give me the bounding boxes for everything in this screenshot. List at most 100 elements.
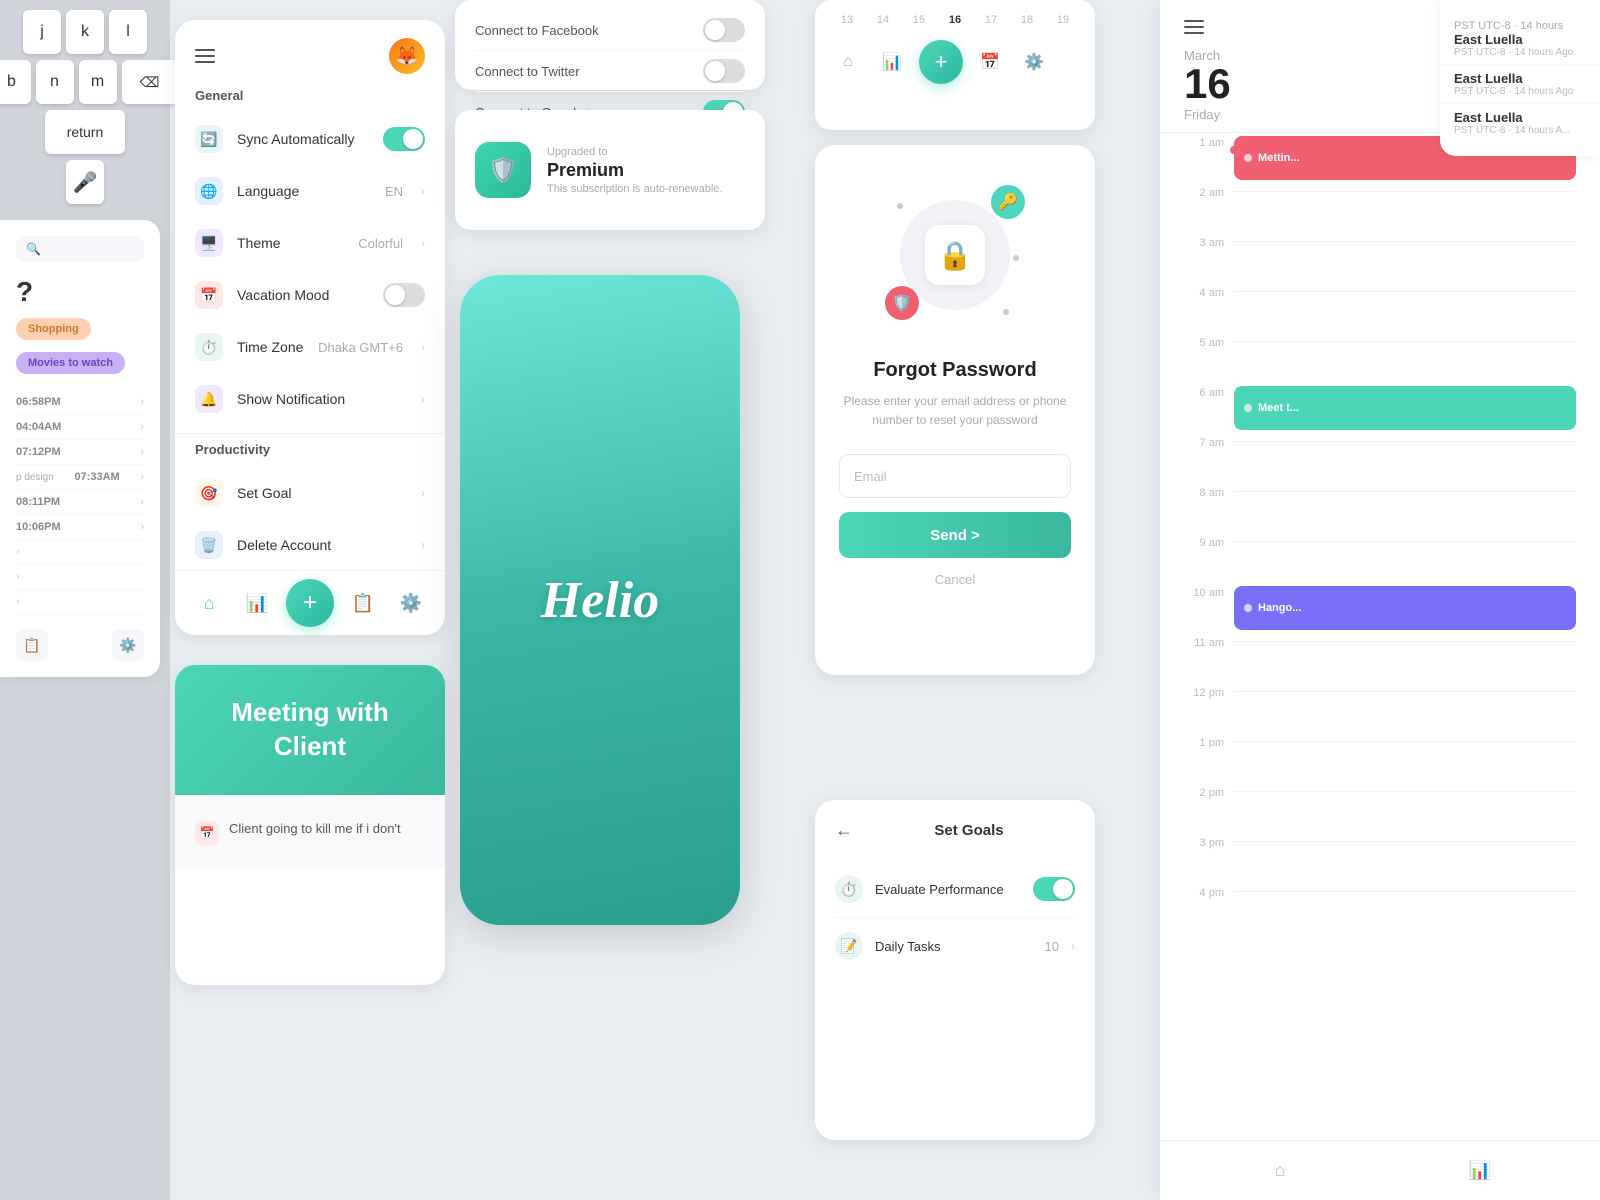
cal-cal-btn[interactable]: 📅 bbox=[973, 45, 1007, 79]
time-label-2am: 2 am bbox=[1184, 183, 1224, 199]
secondary-bottom-calendar[interactable]: 📋 bbox=[16, 629, 48, 661]
time-arrow-3: › bbox=[140, 446, 144, 458]
nav-add[interactable]: + bbox=[286, 579, 334, 627]
settings-item-sync[interactable]: 🔄 Sync Automatically bbox=[175, 113, 445, 165]
nav-chart[interactable]: 📊 bbox=[238, 584, 276, 622]
twitter-label: Connect to Twitter bbox=[475, 64, 580, 79]
time-item-7[interactable]: › bbox=[16, 540, 144, 565]
time-label-4: p design bbox=[16, 472, 54, 483]
time-line-10am: Hango... bbox=[1234, 591, 1576, 592]
sync-toggle[interactable] bbox=[383, 127, 425, 151]
settings-item-language[interactable]: 🌐 Language EN › bbox=[175, 165, 445, 217]
event-hangout[interactable]: Hango... bbox=[1234, 586, 1576, 630]
settings-item-timezone[interactable]: ⏱️ Time Zone Dhaka GMT+6 › bbox=[175, 321, 445, 373]
time-arrow-7: › bbox=[16, 546, 20, 558]
theme-icon: 🖥️ bbox=[195, 229, 223, 257]
time-val-4: 07:33AM bbox=[74, 471, 119, 483]
meeting-title: Meeting with Client bbox=[195, 696, 425, 764]
settings-item-goal[interactable]: 🎯 Set Goal › bbox=[175, 467, 445, 519]
goals-panel: ← Set Goals ⏱️ Evaluate Performance 📝 Da… bbox=[815, 800, 1095, 1140]
dot-2 bbox=[1013, 255, 1019, 261]
cal-date-18: 18 bbox=[1011, 14, 1043, 26]
left-secondary-panel: 🔍 ? Shopping Movies to watch 06:58PM › 0… bbox=[0, 220, 160, 677]
time-arrow-5: › bbox=[140, 496, 144, 508]
tz-name-2: East Luella bbox=[1454, 71, 1586, 86]
tasks-chevron: › bbox=[1071, 939, 1075, 953]
time-val-6: 10:06PM bbox=[16, 521, 61, 533]
time-item-2[interactable]: 04:04AM › bbox=[16, 415, 144, 440]
section-productivity-label: Productivity bbox=[175, 442, 445, 467]
time-item-8[interactable]: › bbox=[16, 565, 144, 590]
hamburger-icon[interactable] bbox=[195, 49, 215, 63]
time-item-9[interactable]: › bbox=[16, 590, 144, 615]
key-n[interactable]: n bbox=[36, 60, 74, 104]
time-item-6[interactable]: 10:06PM › bbox=[16, 515, 144, 540]
time-item-5[interactable]: 08:11PM › bbox=[16, 490, 144, 515]
time-line-1pm bbox=[1234, 741, 1576, 742]
tz-name-1: East Luella bbox=[1454, 32, 1586, 47]
key-m[interactable]: m bbox=[79, 60, 117, 104]
time-item-4[interactable]: p design 07:33AM › bbox=[16, 465, 144, 490]
time-val-2: 04:04AM bbox=[16, 421, 61, 433]
cal-date-16: 16 bbox=[939, 14, 971, 26]
vacation-toggle[interactable] bbox=[383, 283, 425, 307]
cal-date-17: 17 bbox=[975, 14, 1007, 26]
key-b[interactable]: b bbox=[0, 60, 31, 104]
vacation-icon: 📅 bbox=[195, 281, 223, 309]
cal-settings-btn[interactable]: ⚙️ bbox=[1017, 45, 1051, 79]
time-arrow-4: › bbox=[140, 471, 144, 483]
cal-date-15: 15 bbox=[903, 14, 935, 26]
time-item-3[interactable]: 07:12PM › bbox=[16, 440, 144, 465]
delete-chevron: › bbox=[421, 538, 425, 552]
user-avatar[interactable]: 🦊 bbox=[389, 38, 425, 74]
sched-nav-chart[interactable]: 📊 bbox=[1461, 1152, 1499, 1190]
nav-settings[interactable]: ⚙️ bbox=[392, 584, 430, 622]
settings-item-delete[interactable]: 🗑️ Delete Account › bbox=[175, 519, 445, 571]
helio-app-screen: Helio bbox=[460, 275, 740, 925]
key-backspace[interactable]: ⌫ bbox=[122, 60, 178, 104]
theme-chevron: › bbox=[421, 236, 425, 250]
event-meet2[interactable]: Meet t... bbox=[1234, 386, 1576, 430]
facebook-toggle[interactable] bbox=[703, 18, 745, 42]
search-bar[interactable]: 🔍 bbox=[16, 236, 144, 262]
email-input[interactable] bbox=[839, 454, 1071, 498]
cal-add-btn[interactable]: + bbox=[919, 40, 963, 84]
cancel-link[interactable]: Cancel bbox=[935, 572, 975, 587]
meeting-card-header: Meeting with Client bbox=[175, 665, 445, 795]
evaluate-toggle[interactable] bbox=[1033, 877, 1075, 901]
dot-3 bbox=[1003, 309, 1009, 315]
sched-nav-home[interactable]: ⌂ bbox=[1261, 1152, 1299, 1190]
meeting-note-text: Client going to kill me if i don't bbox=[229, 819, 401, 839]
sync-label: Sync Automatically bbox=[237, 131, 369, 147]
cal-date-13: 13 bbox=[831, 14, 863, 26]
key-j[interactable]: j bbox=[23, 10, 61, 54]
send-button[interactable]: Send > bbox=[839, 512, 1071, 558]
time-label-1am: 1 am bbox=[1184, 133, 1224, 149]
secondary-bottom-settings[interactable]: ⚙️ bbox=[112, 629, 144, 661]
cal-chart-btn[interactable]: 📊 bbox=[875, 45, 909, 79]
key-k[interactable]: k bbox=[66, 10, 104, 54]
settings-divider-1 bbox=[175, 433, 445, 434]
settings-item-notification[interactable]: 🔔 Show Notification › bbox=[175, 373, 445, 425]
key-return[interactable]: return bbox=[45, 110, 125, 154]
timezone-icon: ⏱️ bbox=[195, 333, 223, 361]
settings-item-theme[interactable]: 🖥️ Theme Colorful › bbox=[175, 217, 445, 269]
time-line-4am bbox=[1234, 291, 1576, 292]
key-l[interactable]: l bbox=[109, 10, 147, 54]
meeting-note-item: 📅 Client going to kill me if i don't bbox=[195, 811, 425, 853]
time-label-12pm: 12 pm bbox=[1184, 683, 1224, 699]
tag-movies[interactable]: Movies to watch bbox=[16, 352, 125, 374]
key-mic[interactable]: 🎤 bbox=[66, 160, 104, 204]
goals-back-btn[interactable]: ← bbox=[835, 820, 853, 841]
lock-icon: 🔒 bbox=[925, 225, 985, 285]
cal-home-btn[interactable]: ⌂ bbox=[831, 45, 865, 79]
tz-detail-1: PST UTC-8 · 14 hours Ago bbox=[1454, 47, 1586, 58]
nav-home[interactable]: ⌂ bbox=[190, 584, 228, 622]
time-label-4am: 4 am bbox=[1184, 283, 1224, 299]
settings-panel: 🦊 General 🔄 Sync Automatically 🌐 Languag… bbox=[175, 20, 445, 635]
tag-shopping[interactable]: Shopping bbox=[16, 318, 91, 340]
nav-doc[interactable]: 📋 bbox=[344, 584, 382, 622]
twitter-toggle[interactable] bbox=[703, 59, 745, 83]
settings-item-vacation[interactable]: 📅 Vacation Mood bbox=[175, 269, 445, 321]
time-item-1[interactable]: 06:58PM › bbox=[16, 390, 144, 415]
